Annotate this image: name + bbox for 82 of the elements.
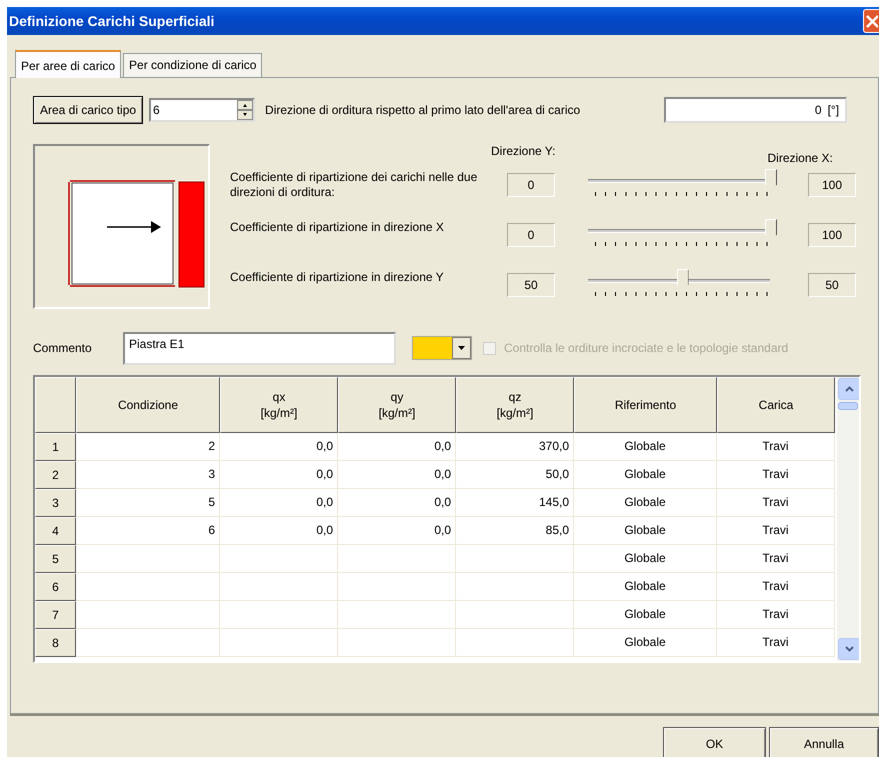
chevron-down-icon: [844, 645, 854, 653]
spin-field[interactable]: 6: [149, 98, 256, 122]
direction-field[interactable]: 0 [°]: [664, 97, 848, 123]
spin-up-icon: [237, 100, 254, 110]
table-cell: Globale: [574, 629, 717, 657]
table-cell: 0,0: [220, 517, 338, 545]
table-cell: Travi: [717, 573, 835, 601]
value-box: 50: [507, 273, 555, 297]
table-cell: Travi: [717, 433, 835, 461]
value-box: 100: [808, 173, 856, 197]
row-header[interactable]: 4: [35, 517, 76, 545]
direction-label: Direzione di orditura rispetto al primo lato dell'area di carico: [265, 103, 582, 117]
scrollbar[interactable]: [837, 377, 859, 661]
window-title: Definizione Carichi Superficiali: [8, 13, 214, 29]
slider-label: Coefficiente di ripartizione in direzione X: [230, 220, 445, 235]
table-cell: 0,0: [338, 489, 456, 517]
table-cell: 0,0: [338, 517, 456, 545]
table-cell: Globale: [574, 489, 717, 517]
table-cell: 6: [76, 517, 220, 545]
table-cell: Globale: [574, 573, 717, 601]
scroll-up-button[interactable]: [838, 378, 859, 400]
scroll-thumb[interactable]: [838, 402, 858, 410]
table-cell: Travi: [717, 629, 835, 657]
table-cell: 0,0: [338, 461, 456, 489]
direction-value: 0: [814, 103, 822, 117]
table-cell: Globale: [574, 461, 717, 489]
column-header[interactable]: qz [kg/m²]: [456, 377, 574, 433]
table-cell: 0,0: [220, 461, 338, 489]
table-cell: 0,0: [220, 489, 338, 517]
column-label: Direzione Y:: [491, 144, 556, 160]
slider-label: Coefficiente di ripartizione in direzione Y: [230, 270, 445, 285]
comment-field[interactable]: Piastra E1: [123, 332, 396, 364]
row-header[interactable]: 5: [35, 545, 76, 573]
value-box: 100: [808, 223, 856, 247]
slider-label: Coefficiente di ripartizione dei carichi nelle due direzioni di orditura:: [230, 170, 478, 200]
row-header[interactable]: 2: [35, 461, 76, 489]
table-cell: Globale: [574, 601, 717, 629]
table-cell: 5: [76, 489, 220, 517]
dropdown-arrow-icon: [458, 346, 465, 350]
chevron-up-icon: [844, 385, 854, 393]
table-cell: Globale: [574, 545, 717, 573]
dialog-button[interactable]: Annulla: [769, 727, 879, 757]
tab[interactable]: Per condizione di carico: [123, 53, 262, 77]
table-cell: 370,0: [456, 433, 574, 461]
column-header[interactable]: qx [kg/m²]: [220, 377, 338, 433]
column-header[interactable]: qy [kg/m²]: [338, 377, 456, 433]
dialog-button[interactable]: OK: [663, 727, 766, 757]
row-header[interactable]: 3: [35, 489, 76, 517]
table-cell: 2: [76, 433, 220, 461]
column-header[interactable]: Condizione: [76, 377, 220, 433]
unit-label: [°]: [828, 103, 840, 117]
table-cell: Travi: [717, 489, 835, 517]
scroll-down-button[interactable]: [838, 638, 859, 660]
area-type-button[interactable]: Area di carico tipo: [33, 96, 144, 124]
table-cell: Globale: [574, 433, 717, 461]
column-header[interactable]: Carica: [717, 377, 835, 433]
table-cell: Travi: [717, 545, 835, 573]
table-cell: Travi: [717, 461, 835, 489]
checkbox-label: Controlla le orditure incrociate e le topologie standard: [504, 341, 788, 355]
row-header[interactable]: 7: [35, 601, 76, 629]
value-box: 50: [808, 273, 856, 297]
row-header[interactable]: 6: [35, 573, 76, 601]
row-header[interactable]: 1: [35, 433, 76, 461]
table-cell: Globale: [574, 517, 717, 545]
spin-down-icon: [237, 110, 254, 120]
comment-label: Commento: [33, 341, 93, 355]
table-cell: 145,0: [456, 489, 574, 517]
table-cell: 0,0: [220, 433, 338, 461]
row-header[interactable]: 8: [35, 629, 76, 657]
tab[interactable]: Per aree di carico: [15, 50, 122, 78]
table-cell: 85,0: [456, 517, 574, 545]
table-cell: 50,0: [456, 461, 574, 489]
column-label: Direzione X:: [767, 151, 833, 167]
table-cell: Travi: [717, 601, 835, 629]
color-dropdown[interactable]: [412, 336, 472, 360]
value-box: 0: [507, 223, 555, 247]
table-cell: 3: [76, 461, 220, 489]
table-cell: 0,0: [338, 433, 456, 461]
column-header[interactable]: Riferimento: [574, 377, 717, 433]
close-button[interactable]: [863, 9, 879, 33]
table-cell: Travi: [717, 517, 835, 545]
value-box: 0: [507, 173, 555, 197]
